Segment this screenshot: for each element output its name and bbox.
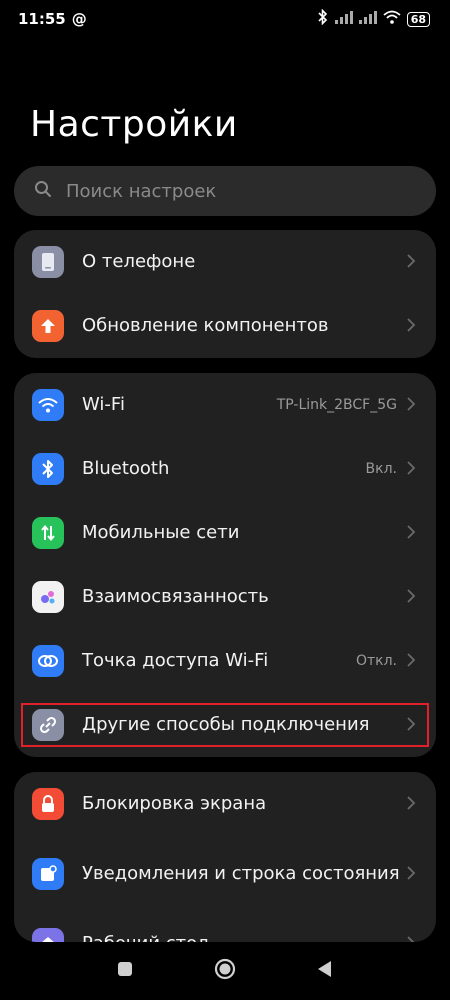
settings-item-label: Блокировка экрана	[82, 793, 267, 814]
search-input[interactable]	[64, 179, 398, 203]
link-icon	[32, 709, 64, 741]
settings-item-label: Взаимосвязанность	[82, 586, 269, 607]
chevron-right-icon	[407, 935, 416, 942]
settings-item-notifications[interactable]: Уведомления и строка состояния	[14, 836, 436, 912]
back-button[interactable]	[275, 942, 375, 1000]
settings-item-label: Обновление компонентов	[82, 315, 329, 336]
settings-item-label: Wi-Fi	[82, 394, 125, 415]
settings-item-label: Bluetooth	[82, 458, 170, 479]
navigation-bar	[0, 942, 450, 1000]
settings-item-desktop[interactable]: Рабочий стол	[14, 912, 436, 942]
chevron-right-icon	[407, 716, 416, 735]
search-bar[interactable]	[14, 166, 436, 216]
settings-item-about-phone[interactable]: О телефоне	[14, 230, 436, 294]
chevron-right-icon	[407, 396, 416, 415]
chevron-right-icon	[407, 524, 416, 543]
chevron-right-icon	[407, 253, 416, 272]
wifi-network-name: TP-Link_2BCF_5G	[276, 397, 397, 413]
settings-item-wifi[interactable]: Wi-Fi TP-Link_2BCF_5G	[14, 373, 436, 437]
home-button[interactable]	[175, 942, 275, 1000]
chevron-right-icon	[407, 460, 416, 479]
wifi-icon	[32, 389, 64, 421]
hotspot-icon	[32, 645, 64, 677]
square-icon	[117, 961, 133, 981]
battery-icon: 68	[406, 11, 430, 27]
settings-item-label: Уведомления и строка состояния	[82, 863, 400, 884]
bluetooth-icon	[32, 453, 64, 485]
settings-item-label: Рабочий стол	[82, 933, 407, 942]
settings-group-connectivity: Wi-Fi TP-Link_2BCF_5G Bluetooth Вкл. Моб…	[14, 373, 436, 757]
settings-item-other-connections[interactable]: Другие способы подключения	[14, 693, 436, 757]
page-title: Настройки	[30, 104, 238, 145]
bluetooth-status: Вкл.	[365, 461, 397, 477]
settings-item-label: Точка доступа Wi-Fi	[82, 650, 269, 671]
settings-item-label: Другие способы подключения	[82, 714, 370, 735]
back-triangle-icon	[317, 960, 333, 982]
home-icon	[32, 928, 64, 942]
lock-icon	[32, 788, 64, 820]
arrow-up-icon	[32, 310, 64, 342]
status-right: 68	[317, 8, 430, 29]
settings-item-label: Мобильные сети	[82, 522, 240, 543]
settings-item-bluetooth[interactable]: Bluetooth Вкл.	[14, 437, 436, 501]
clock: 11:55	[18, 10, 66, 28]
status-left: 11:55 @	[18, 10, 87, 28]
settings-item-mobile-networks[interactable]: Мобильные сети	[14, 501, 436, 565]
bluetooth-icon	[317, 8, 329, 29]
phone-icon	[32, 246, 64, 278]
settings-group-device: О телефоне Обновление компонентов	[14, 230, 436, 358]
status-bar: 11:55 @ 68	[0, 0, 450, 38]
search-icon	[34, 180, 64, 202]
mobile-data-icon	[32, 517, 64, 549]
signal-icon	[334, 10, 353, 28]
chevron-right-icon	[407, 652, 416, 671]
wifi-icon	[383, 10, 401, 28]
settings-group-personal: Блокировка экрана Уведомления и строка с…	[14, 772, 436, 942]
notification-icon	[32, 858, 64, 890]
chevron-right-icon	[407, 317, 416, 336]
settings-item-hotspot[interactable]: Точка доступа Wi-Fi Откл.	[14, 629, 436, 693]
hotspot-status: Откл.	[355, 653, 397, 669]
at-symbol: @	[71, 10, 87, 28]
recents-button[interactable]	[75, 942, 175, 1000]
settings-item-lock-screen[interactable]: Блокировка экрана	[14, 772, 436, 836]
settings-item-interconnectivity[interactable]: Взаимосвязанность	[14, 565, 436, 629]
interconnect-icon	[32, 581, 64, 613]
signal-icon	[358, 10, 377, 28]
settings-item-label: О телефоне	[82, 251, 196, 272]
circle-icon	[214, 958, 236, 984]
chevron-right-icon	[407, 795, 416, 814]
chevron-right-icon	[407, 865, 416, 884]
chevron-right-icon	[407, 588, 416, 607]
settings-item-component-update[interactable]: Обновление компонентов	[14, 294, 436, 358]
